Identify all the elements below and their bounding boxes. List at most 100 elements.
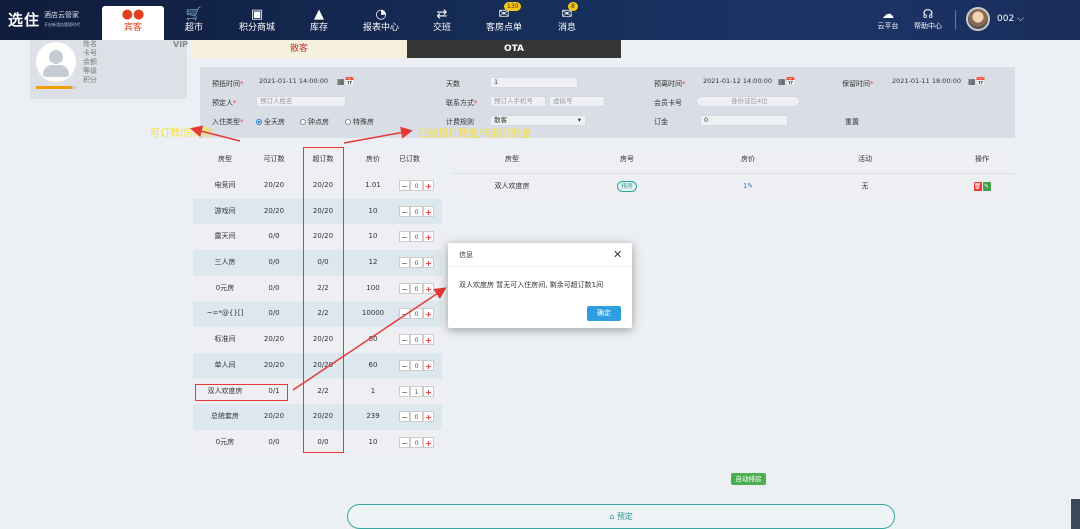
contact-label: 联系方式* [446, 99, 478, 107]
pie-chart-icon: ◔ [375, 7, 387, 22]
minus-button[interactable]: − [399, 436, 410, 448]
plus-button[interactable]: + [423, 205, 434, 217]
hold-time-input[interactable]: 2021-01-11 18:00:00 [889, 77, 977, 88]
minus-button[interactable]: − [399, 359, 410, 371]
quantity-stepper[interactable]: −0 + [399, 436, 434, 448]
cell-avail: 20/20 [263, 206, 285, 215]
dialog-header: 信息 ✕ [448, 243, 632, 267]
virtual-number-input[interactable]: 虚拟号 [549, 96, 605, 107]
quantity-stepper[interactable]: −0 + [399, 411, 434, 423]
calendar-icon[interactable]: ▦📅 [778, 77, 796, 86]
minus-button[interactable]: − [399, 180, 410, 191]
edit-pencil-icon[interactable]: ✎ [747, 182, 753, 190]
calendar-icon[interactable]: ▦📅 [337, 77, 355, 86]
quantity-stepper[interactable]: −0 + [399, 231, 434, 243]
plus-button[interactable]: + [423, 436, 434, 448]
quantity-stepper[interactable]: −0 + [399, 257, 434, 269]
cloud-platform-button[interactable]: ☁ 云平台 [875, 7, 901, 31]
nav-inventory[interactable]: ▲ 库存 [302, 0, 336, 40]
side-panel-handle[interactable] [1071, 499, 1080, 529]
handover-icon: ⇄ [436, 7, 448, 22]
plus-button[interactable]: + [423, 180, 434, 191]
book-button[interactable]: ⌂ 预定 [347, 504, 895, 529]
nav-guest[interactable]: ●● 宾客 [102, 6, 164, 40]
nav-supermarket[interactable]: 🛒 超市 [176, 0, 212, 40]
quantity-stepper[interactable]: −0 + [399, 359, 434, 371]
minus-button[interactable]: − [399, 411, 410, 423]
calendar-icon[interactable]: ▦📅 [968, 77, 986, 86]
annotation-available: 可订数/房间数 [150, 128, 214, 139]
quantity-value[interactable]: 0 [410, 205, 423, 217]
quantity-value[interactable]: 0 [410, 180, 423, 191]
quantity-value[interactable]: 0 [410, 282, 423, 294]
close-icon[interactable]: ✕ [613, 243, 622, 267]
checkout-input[interactable]: 2021-01-12 14:00:00 [700, 77, 788, 88]
nav-reports[interactable]: ◔ 报表中心 [359, 0, 403, 40]
messages-badge: 8 [568, 2, 578, 11]
edit-icon[interactable]: ✎ [982, 182, 991, 191]
radio-special[interactable]: 特殊房 [345, 117, 374, 127]
cell-avail: 0/0 [268, 283, 280, 292]
booker-name-input[interactable]: 预订人姓名 [256, 96, 346, 107]
minus-button[interactable]: − [399, 334, 410, 346]
quantity-stepper[interactable]: −0 + [399, 308, 434, 320]
minus-button[interactable]: − [399, 385, 410, 397]
plus-button[interactable]: + [423, 385, 434, 397]
minus-button[interactable]: − [399, 282, 410, 294]
assign-room-tag[interactable]: 排房 [616, 181, 637, 192]
quantity-stepper[interactable]: −0 + [399, 334, 434, 346]
cell-price: 10 [368, 232, 378, 241]
plus-button[interactable]: + [423, 334, 434, 346]
radio-icon [345, 119, 351, 125]
plus-button[interactable]: + [423, 231, 434, 243]
nav-points-mall[interactable]: ▣ 积分商城 [235, 0, 279, 40]
phone-input[interactable]: 预订人手机号 [490, 96, 546, 107]
quantity-value[interactable]: 0 [410, 231, 423, 243]
cell-avail: 0/0 [268, 232, 280, 241]
plus-button[interactable]: + [423, 282, 434, 294]
minus-button[interactable]: − [399, 257, 410, 269]
plus-button[interactable]: + [423, 257, 434, 269]
checkin-input[interactable]: 2021-01-11 14:00:00 [256, 77, 346, 88]
deposit-input[interactable]: 0 [700, 115, 788, 126]
delete-icon[interactable]: 🗑 [973, 182, 982, 191]
minus-button[interactable]: − [399, 205, 410, 217]
reset-button[interactable]: 重置 [845, 117, 859, 127]
quantity-value[interactable]: 0 [410, 436, 423, 448]
auto-assign-button[interactable]: 自动排房 [731, 473, 766, 485]
tab-walkin[interactable]: 散客 [191, 40, 407, 58]
minus-button[interactable]: − [399, 231, 410, 243]
quantity-stepper[interactable]: −0 + [399, 180, 434, 191]
quantity-value[interactable]: 0 [410, 334, 423, 346]
user-avatar[interactable] [966, 7, 990, 31]
quantity-value[interactable]: 1 [410, 385, 423, 397]
tab-ota[interactable]: OTA [407, 40, 621, 58]
quantity-stepper[interactable]: −0 + [399, 282, 434, 294]
quantity-value[interactable]: 0 [410, 411, 423, 423]
cell-price: 10 [368, 206, 378, 215]
quantity-value[interactable]: 0 [410, 257, 423, 269]
member-card-input[interactable]: 身份证后4位 [696, 96, 800, 107]
quantity-value[interactable]: 0 [410, 308, 423, 320]
quantity-value[interactable]: 0 [410, 359, 423, 371]
plus-button[interactable]: + [423, 359, 434, 371]
days-input[interactable]: 1 [490, 77, 578, 88]
confirm-button[interactable]: 确定 [587, 306, 621, 321]
cell-type: 0元房 [215, 437, 235, 446]
checkin-label: 预抵时间* [212, 80, 244, 88]
nav-messages[interactable]: ✉ 消息 8 [552, 0, 582, 40]
user-menu[interactable]: 002 ⌵ [997, 14, 1024, 24]
help-center-button[interactable]: ☊ 帮助中心 [910, 7, 946, 31]
plus-button[interactable]: + [423, 411, 434, 423]
quantity-stepper[interactable]: −1 + [399, 385, 434, 397]
radio-full-day[interactable]: 全天房 [256, 117, 285, 127]
plus-button[interactable]: + [423, 308, 434, 320]
quantity-stepper[interactable]: −0 + [399, 205, 434, 217]
booker-label: 预定人* [212, 99, 237, 107]
nav-room-order[interactable]: ✉ 客房点单 130 [482, 0, 526, 40]
nav-handover[interactable]: ⇄ 交班 [427, 0, 457, 40]
radio-hourly[interactable]: 钟点房 [300, 117, 329, 127]
chevron-down-icon: ⌵ [1017, 14, 1024, 24]
minus-button[interactable]: − [399, 308, 410, 320]
cell-avail: 20/20 [263, 412, 285, 421]
